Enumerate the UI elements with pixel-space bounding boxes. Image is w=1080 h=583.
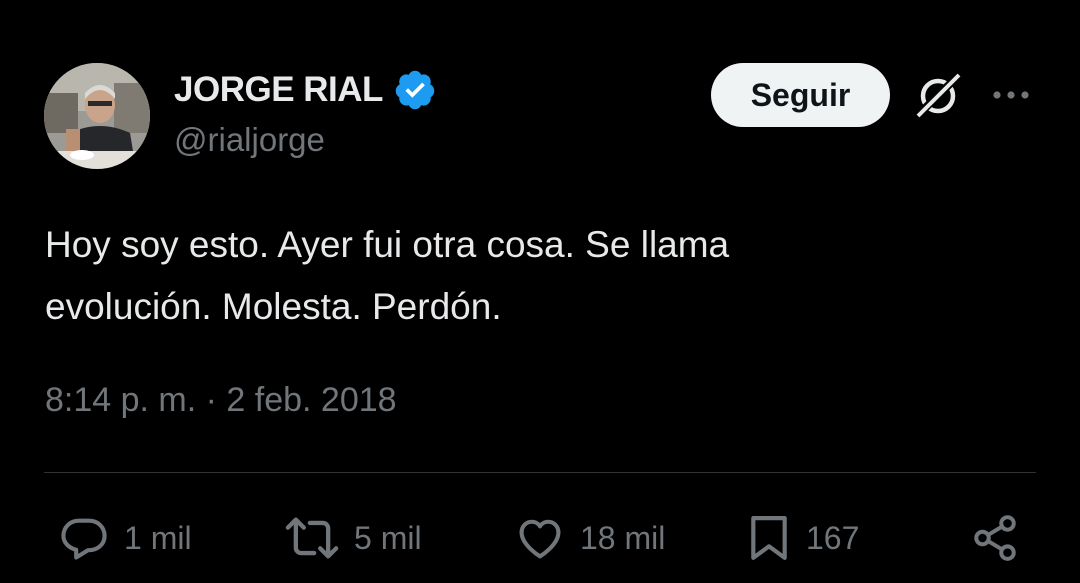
author-handle[interactable]: @rialjorge (174, 121, 325, 159)
tweet-text: Hoy soy esto. Ayer fui otra cosa. Se lla… (45, 214, 945, 338)
verified-badge-icon (395, 70, 435, 110)
like-button[interactable]: 18 mil (514, 512, 665, 564)
author-name-row: JORGE RIAL (174, 68, 437, 112)
avatar[interactable] (44, 63, 150, 169)
tweet-text-line-2: evolución. Molesta. Perdón. (45, 286, 502, 327)
bookmark-button[interactable]: 167 (746, 512, 859, 564)
share-icon (974, 515, 1016, 561)
reply-icon (61, 518, 107, 560)
tweet-text-line-1: Hoy soy esto. Ayer fui otra cosa. Se lla… (45, 224, 730, 265)
like-count: 18 mil (580, 519, 666, 556)
reply-count: 1 mil (124, 519, 192, 556)
tweet-card: JORGE RIAL @rialjorge Seguir Hoy soy est… (0, 0, 1080, 583)
tweet-timestamp[interactable]: 8:14 p. m. · 2 feb. 2018 (45, 381, 397, 420)
share-button[interactable] (970, 512, 1020, 564)
follow-button[interactable]: Seguir (711, 63, 890, 127)
bookmark-count: 167 (806, 519, 860, 556)
grok-icon[interactable] (912, 70, 964, 120)
retweet-count: 5 mil (354, 519, 422, 556)
display-name[interactable]: JORGE RIAL (174, 70, 383, 110)
heart-icon (519, 519, 561, 559)
more-options-icon[interactable] (990, 84, 1032, 106)
bookmark-icon (751, 516, 787, 560)
retweet-icon (285, 517, 339, 559)
reply-button[interactable]: 1 mil (58, 512, 192, 564)
divider (44, 472, 1036, 473)
avatar-photo (44, 63, 150, 169)
retweet-button[interactable]: 5 mil (284, 512, 422, 564)
